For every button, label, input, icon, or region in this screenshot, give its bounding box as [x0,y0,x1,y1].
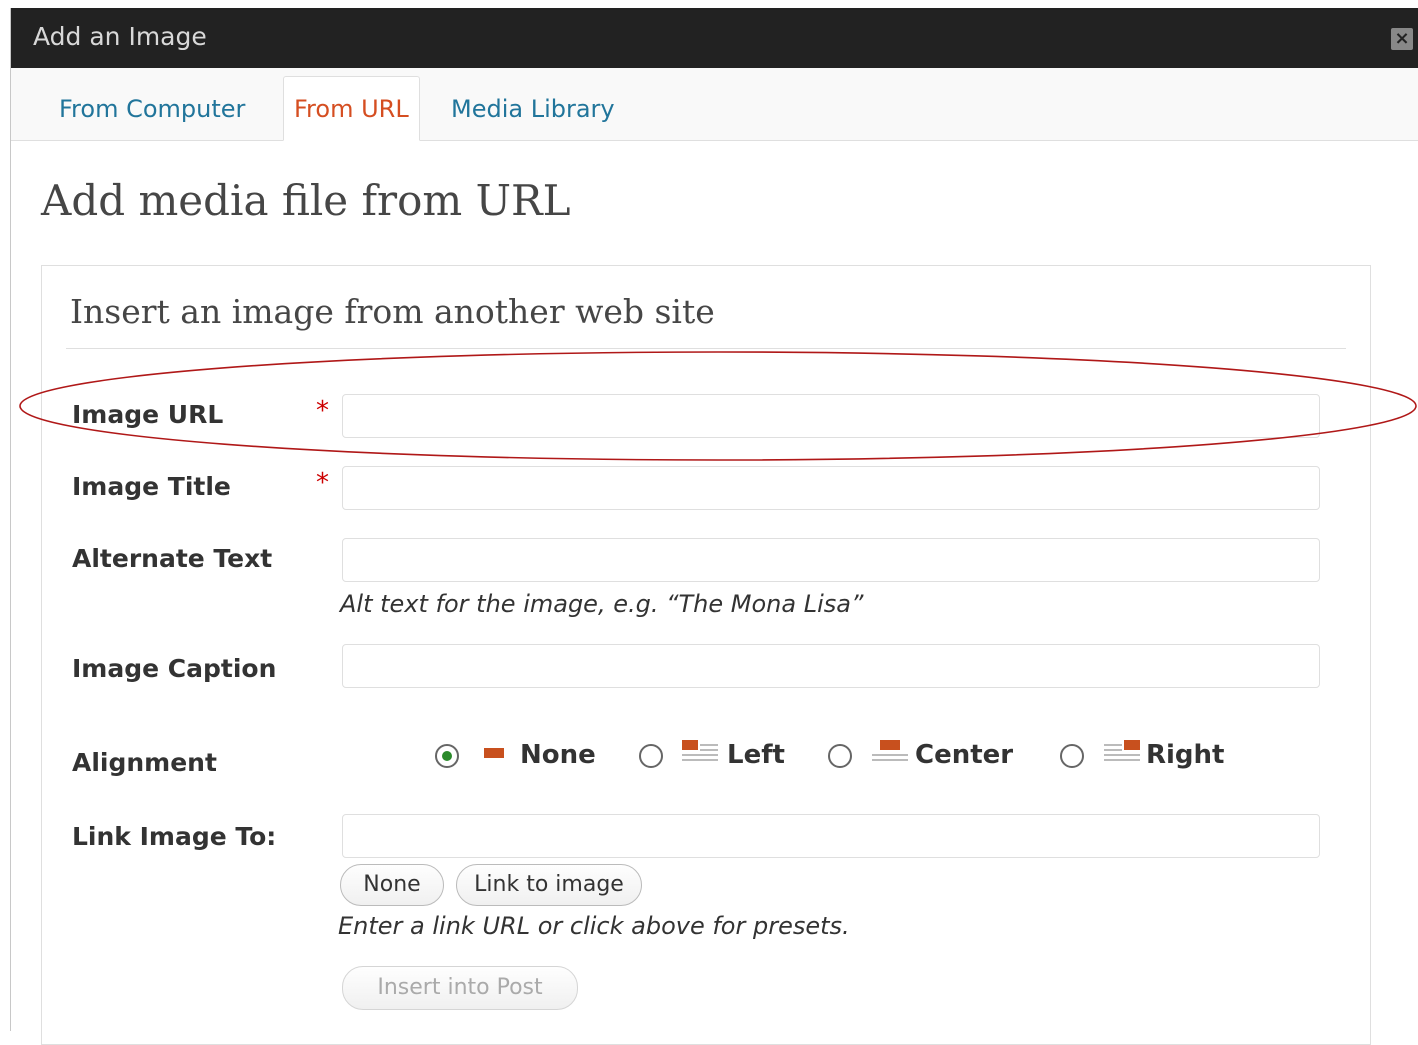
panel-heading: Insert an image from another web site [70,292,715,331]
align-right-label: Right [1146,740,1225,770]
caption-label: Image Caption [72,654,277,683]
divider [66,348,1346,349]
required-marker: * [316,396,329,426]
align-center-icon [872,740,908,761]
image-title-input[interactable] [342,466,1320,510]
dialog-title: Add an Image [33,22,207,51]
dialog-titlebar: Add an Image × [11,8,1418,68]
image-title-label: Image Title [72,472,231,501]
link-image-label: Link Image To: [72,822,277,851]
insert-into-post-button[interactable]: Insert into Post [342,966,578,1010]
link-none-button[interactable]: None [340,864,444,906]
image-url-input[interactable] [342,394,1320,438]
image-url-label: Image URL [72,400,224,429]
align-center-label: Center [915,740,1014,770]
align-center-radio[interactable] [828,744,852,768]
required-marker: * [316,468,329,498]
close-icon[interactable]: × [1391,28,1413,50]
add-image-dialog: Add an Image × From Computer From URL Me… [10,8,1418,1045]
alt-text-label: Alternate Text [72,544,273,573]
link-url-input[interactable] [342,814,1320,858]
alignment-label: Alignment [72,748,217,777]
tab-from-computer[interactable]: From Computer [49,80,255,140]
align-right-icon [1104,740,1140,761]
tab-bar: From Computer From URL Media Library [11,68,1418,141]
align-left-label: Left [727,740,785,770]
align-none-label: None [520,740,596,770]
alt-text-input[interactable] [342,538,1320,582]
tab-from-url[interactable]: From URL [283,76,420,141]
tab-media-library[interactable]: Media Library [441,80,625,140]
align-left-icon [682,740,718,761]
link-help: Enter a link URL or click above for pres… [338,912,850,940]
align-left-radio[interactable] [639,744,663,768]
align-none-radio[interactable] [435,744,459,768]
insert-image-panel: Insert an image from another web site Im… [41,265,1371,1045]
align-right-radio[interactable] [1060,744,1084,768]
alt-text-help: Alt text for the image, e.g. “The Mona L… [340,590,864,618]
page-title: Add media file from URL [41,176,571,225]
caption-input[interactable] [342,644,1320,688]
align-none-icon [484,748,504,758]
link-to-image-button[interactable]: Link to image [456,864,642,906]
